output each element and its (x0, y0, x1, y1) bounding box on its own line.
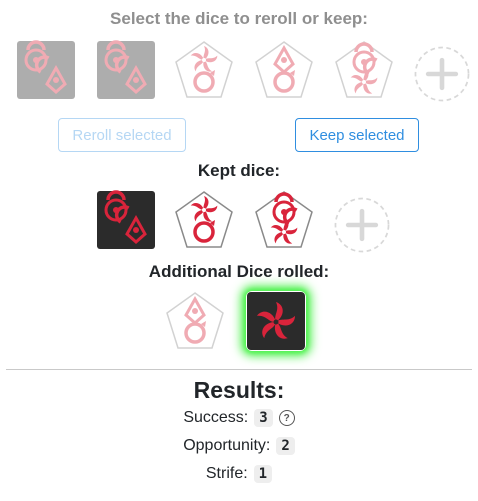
opportunity-row: Opportunity: 2 (0, 437, 478, 455)
white-die-icon (166, 292, 224, 349)
success-value: 3 (254, 409, 273, 427)
kept-black-die-opportunity-strife[interactable] (96, 190, 156, 250)
black-die-icon (247, 292, 305, 350)
reroll-selected-button[interactable]: Reroll selected (58, 118, 186, 152)
white-die-icon (175, 41, 233, 98)
additional-white-die-strife-ring[interactable] (165, 291, 225, 351)
strife-row: Strife: 1 (0, 465, 478, 483)
white-die-icon (255, 41, 313, 98)
black-die-icon (97, 40, 155, 99)
kept-white-die-opportunity-success[interactable] (254, 190, 314, 250)
select-dice-heading: Select the dice to reroll or keep: (110, 9, 368, 28)
white-die-icon (175, 191, 233, 248)
opportunity-value: 2 (276, 437, 295, 455)
black-die-opportunity-strife[interactable] (96, 40, 156, 100)
additional-black-die-success[interactable] (246, 291, 306, 351)
help-icon[interactable]: ? (278, 410, 295, 426)
kept-dice-heading: Kept dice: (197, 161, 281, 180)
results-divider (6, 369, 472, 370)
strife-value: 1 (253, 465, 273, 483)
success-row: Success: 3 ? (0, 409, 478, 427)
black-die-icon (17, 40, 75, 99)
opportunity-label: Opportunity: (183, 437, 271, 454)
plus-icon (414, 46, 470, 102)
add-kept-die-button[interactable] (332, 195, 390, 253)
plus-icon (334, 197, 390, 253)
strife-label: Strife: (205, 465, 248, 482)
success-label: Success: (183, 409, 249, 426)
white-die-icon (335, 41, 393, 98)
additional-dice-heading: Additional Dice rolled: (148, 262, 330, 281)
white-die-icon (255, 191, 313, 248)
results-title: Results: (193, 377, 285, 403)
kept-white-die-success-ring[interactable] (174, 190, 234, 250)
add-die-button[interactable] (412, 44, 470, 102)
white-die-opportunity-success[interactable] (334, 40, 394, 100)
black-die-opportunity-strife[interactable] (16, 40, 76, 100)
keep-selected-button[interactable]: Keep selected (295, 118, 419, 152)
white-die-strife-ring[interactable] (254, 40, 314, 100)
white-die-success-ring[interactable] (174, 40, 234, 100)
black-die-icon (97, 190, 155, 249)
